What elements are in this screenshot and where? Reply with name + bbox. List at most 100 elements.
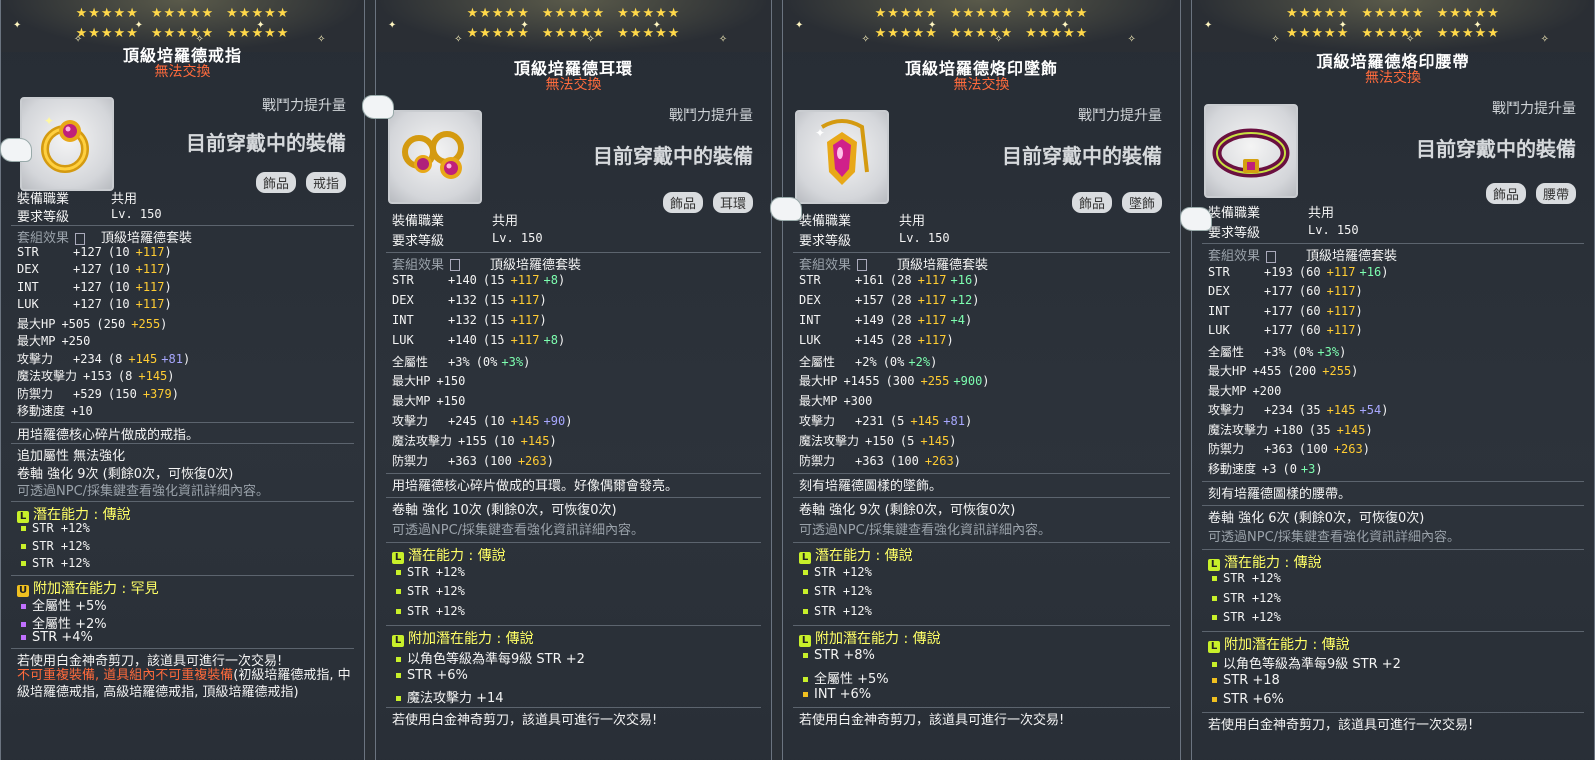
stat-bonus: +2% <box>908 354 931 369</box>
currently-equipped-label: 目前穿戴中的裝備 <box>186 131 346 155</box>
stat-enhance: +117 <box>135 262 165 276</box>
legendary-badge-icon: L <box>392 551 404 564</box>
sparkle-icon: ✦ <box>1338 20 1348 31</box>
bonus-potential-line: 全屬性 +5% <box>803 668 889 687</box>
stat-name: 移動速度 <box>1208 461 1257 476</box>
stat-base: (15 <box>482 313 505 327</box>
potential-line: STR +12% <box>21 539 90 553</box>
stat-total: +127 <box>73 244 102 259</box>
stat-base: (200 <box>1287 364 1317 378</box>
sparkle-icon: ✦ <box>520 20 529 31</box>
hand-cursor-icon <box>0 138 32 162</box>
divider <box>386 707 761 709</box>
stat-total: +200 <box>1252 383 1282 398</box>
sparkle-icon: ✧ <box>1406 34 1415 45</box>
stat-row: 魔法攻擊力 +155 (10 +145) <box>392 432 557 449</box>
stat-name: 最大MP <box>799 394 838 409</box>
divider <box>386 625 761 626</box>
stat-total: +127 <box>73 279 102 294</box>
stat-base: (5 <box>899 433 915 448</box>
bonus-potential-header: L 附加潛在能力 : 傳說 <box>392 628 534 648</box>
stat-total: +177 <box>1264 303 1293 318</box>
stat-enhance: +117 <box>917 332 947 347</box>
star-row: ★★★★★ ★★★★★ ★★★★★ <box>376 6 771 21</box>
category-tag: 飾品 <box>1071 192 1112 213</box>
stat-close: ) <box>953 453 961 468</box>
stat-bonus: +3 <box>1300 461 1316 476</box>
potential-value: STR +12% <box>32 538 90 553</box>
stat-total: +3 <box>1262 461 1277 476</box>
stat-base: (28 <box>889 332 912 347</box>
star-row: ★★★★★ ★★★★★ ★★★★★ <box>376 26 771 41</box>
item-description: 用培羅德核心碎片做成的戒指。 <box>17 427 200 443</box>
ring-icon: ✦ <box>20 97 114 191</box>
bullet-icon <box>396 656 401 662</box>
stat-total: +193 <box>1264 264 1293 279</box>
star-row: ★★★★★ ★★★★★ ★★★★★ <box>1192 6 1594 21</box>
set-name: 頂級培羅德套裝 <box>1306 249 1398 264</box>
stat-name: 最大MP <box>392 394 431 409</box>
upgrade-info: 可透過NPC/採集鍵查看強化資訊詳細內容。 <box>17 484 270 499</box>
stat-base: (15 <box>482 273 505 288</box>
potential-header: L 潛在能力 : 傳說 <box>799 545 913 565</box>
stat-row: 最大MP +300 <box>799 392 878 409</box>
stat-base: (15 <box>482 293 505 308</box>
scissors-note: 若使用白金神奇剪刀，該道具可進行一次交易! <box>1208 717 1474 733</box>
item-description: 刻有培羅德圖樣的墜飾。 <box>799 479 943 495</box>
bonus-potential-value: INT +6% <box>814 687 872 703</box>
stat-close: ) <box>167 369 175 383</box>
stat-name: 防禦力 <box>17 386 54 401</box>
stat-bonus: +3% <box>501 354 524 369</box>
bonus-potential-line: STR +4% <box>21 630 93 645</box>
stat-enhance: +263 <box>517 453 547 468</box>
stat-row: 最大HP +150 <box>392 372 471 389</box>
potential-value: STR +12% <box>814 564 872 579</box>
set-effect-label: 套組效果 <box>1208 249 1261 264</box>
stat-row: INT +127 (10 +117) <box>17 280 172 294</box>
stat-name: 最大HP <box>799 374 838 389</box>
combat-power-label: 戰鬥力提升量 <box>1078 108 1162 124</box>
bonus-potential-line: STR +6% <box>396 668 468 683</box>
stat-base: (10 <box>482 414 505 428</box>
stat-row: DEX +127 (10 +117) <box>17 262 172 276</box>
stat-row: 最大HP +455 (200 +255) <box>1208 362 1358 379</box>
stat-bonus: +81 <box>943 414 965 428</box>
stat-close: ) <box>946 332 954 347</box>
stat-base: (250 <box>96 316 126 331</box>
stat-row: 全屬性 +3% (0% +3%) <box>392 353 530 370</box>
scroll-info: 卷軸 強化 9次 (剩餘0次，可恢復0次) <box>799 503 1016 519</box>
divider <box>793 251 1170 253</box>
req-level-label: 要求等級 <box>17 209 70 225</box>
stat-total: +300 <box>843 394 873 409</box>
stat-close: ) <box>1355 323 1363 337</box>
stat-enhance: +145 <box>1336 422 1366 437</box>
stat-row: 全屬性 +3% (0% +3%) <box>1208 343 1346 360</box>
divider <box>1202 504 1584 506</box>
item-tooltip: ★★★★★ ★★★★★ ★★★★★ ★★★★★ ★★★★★ ★★★★★ ✦ ✧ ✦ ✧ ✦ ✧ 頂級培羅… <box>782 0 1181 760</box>
divider <box>1202 243 1584 244</box>
stat-total: +505 <box>61 316 91 331</box>
stat-close: ) <box>164 297 172 311</box>
job-label: 裝備職業 <box>17 192 70 207</box>
potential-header: L 潛在能力 : 傳說 <box>392 545 506 565</box>
bonus-potential-value: 全屬性 +5% <box>814 671 889 687</box>
bullet-icon <box>803 609 808 615</box>
stat-total: +150 <box>436 374 466 389</box>
bonus-potential-value: 以角色等級為準每9級 STR +2 <box>1223 657 1401 672</box>
bullet-icon <box>1212 615 1217 620</box>
sparkle-icon: ✧ <box>718 34 728 45</box>
stat-row: 防禦力 +363 (100 +263) <box>1208 440 1370 457</box>
stat-total: +529 <box>73 386 102 401</box>
divider <box>386 473 761 475</box>
hand-cursor-icon <box>1180 207 1212 231</box>
bullet-icon <box>1212 576 1217 581</box>
combat-power-label: 戰鬥力提升量 <box>1492 101 1576 117</box>
stat-total: +231 <box>855 414 884 428</box>
divider <box>793 497 1170 499</box>
star-group-icon: ★★★★★ <box>617 6 681 21</box>
stat-total: +150 <box>865 433 894 448</box>
job-label: 裝備職業 <box>1208 206 1261 221</box>
stat-row: INT +149 (28 +117 +4) <box>799 313 972 327</box>
bonus-potential-header: L 附加潛在能力 : 傳說 <box>799 628 941 648</box>
stat-total: +10 <box>71 404 93 418</box>
